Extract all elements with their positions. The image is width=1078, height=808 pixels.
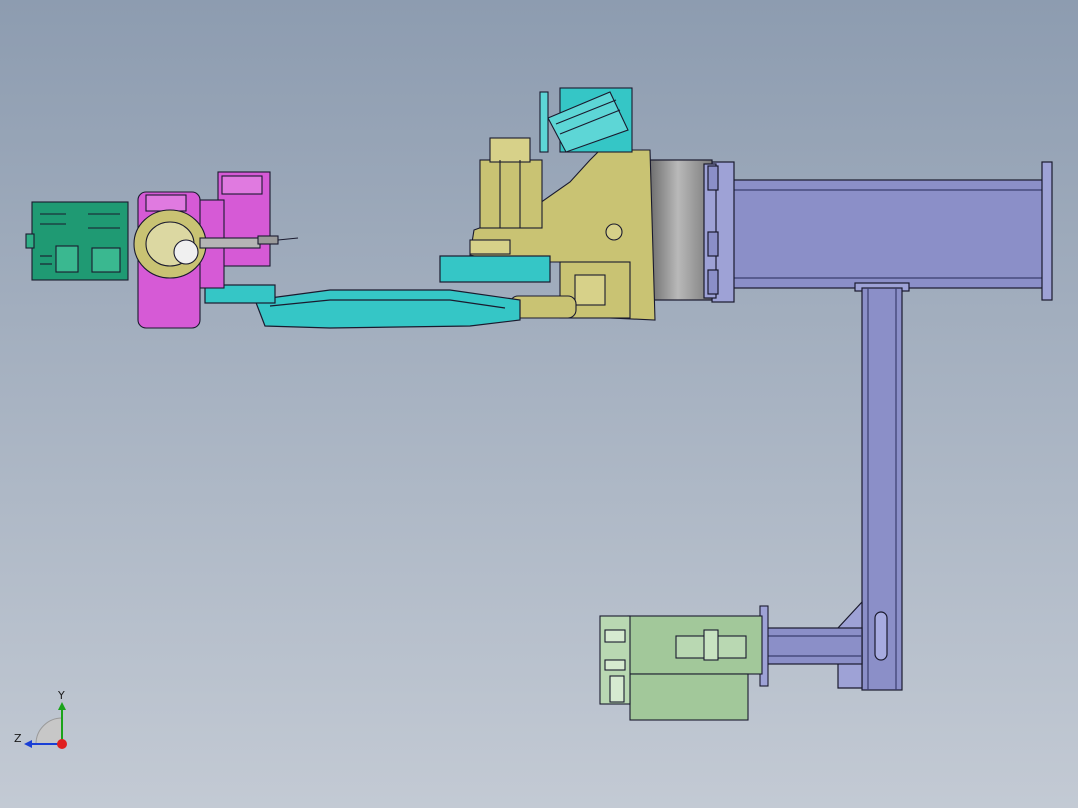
- lower-arm-beam: [764, 627, 863, 665]
- z-axis-label: Z: [14, 732, 22, 745]
- axis-triad-icon: Y Z: [14, 689, 67, 749]
- base-motor: [479, 159, 543, 229]
- beam-end-flange: [1041, 161, 1053, 301]
- robot-main-arm: [204, 255, 551, 329]
- cad-graphics-viewport[interactable]: Y Z: [0, 0, 1078, 808]
- rotary-drum: [649, 159, 719, 301]
- controller-panel: [25, 201, 129, 281]
- triad-origin: [57, 739, 67, 749]
- motor-base: [629, 673, 749, 721]
- robot-assembly-model[interactable]: Y Z: [0, 0, 1078, 808]
- servo-motor-unit: [599, 605, 769, 721]
- horizontal-beam: [729, 179, 1046, 289]
- top-cable-unit: [539, 87, 633, 153]
- robot-base: [469, 137, 656, 321]
- column-slot: [874, 611, 888, 661]
- upper-arm: [254, 289, 521, 329]
- y-axis-label: Y: [57, 689, 65, 702]
